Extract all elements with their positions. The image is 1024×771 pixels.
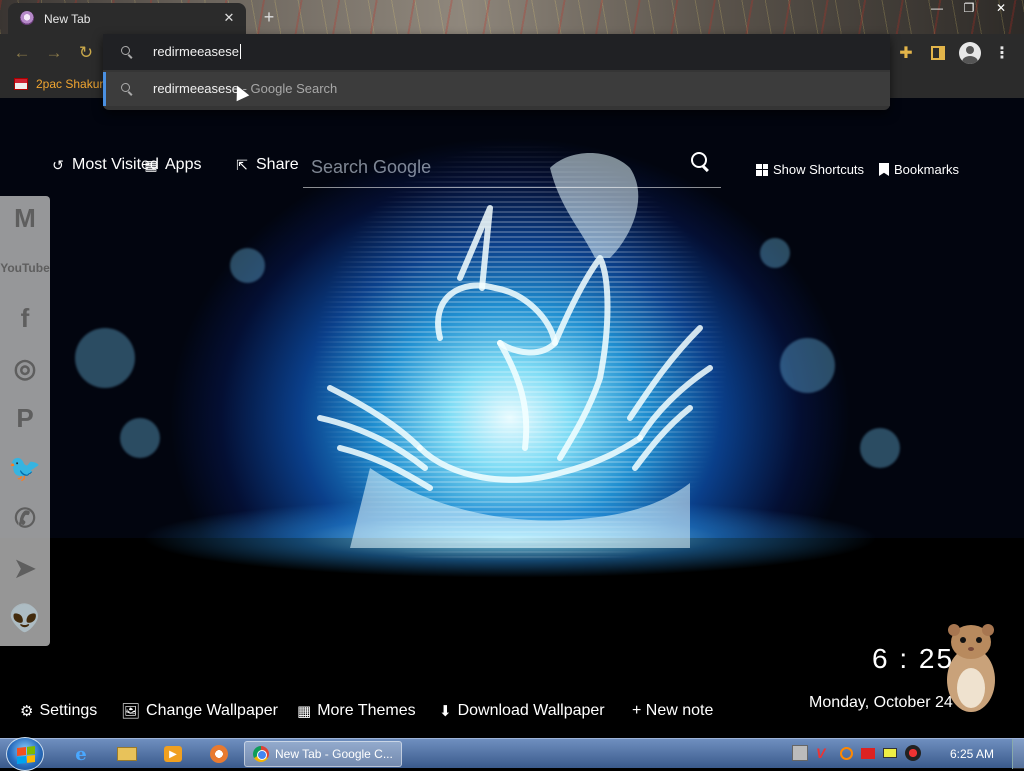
tab-close-icon[interactable]: ✕: [220, 9, 238, 27]
settings-link[interactable]: ⚙ Settings: [20, 702, 97, 720]
bokeh-light: [230, 248, 265, 283]
history-icon: ↺: [52, 156, 64, 173]
search-input[interactable]: [311, 152, 671, 182]
instagram-icon[interactable]: ◎: [0, 348, 50, 388]
omnibox-query: redirmeeasese: [153, 44, 241, 59]
tab-favicon-icon: [20, 11, 34, 25]
omnibox-suggestion[interactable]: redirmeeasese - Google Search: [103, 72, 890, 106]
reddit-icon-glyph: 👽: [8, 602, 42, 633]
facebook-icon-glyph: f: [20, 302, 30, 333]
telegram-icon[interactable]: ➤: [0, 548, 50, 588]
tray-battery-icon[interactable]: [883, 748, 897, 758]
tray-network-icon[interactable]: [792, 745, 808, 761]
bookmark-icon: [879, 163, 889, 176]
bokeh-light: [120, 418, 160, 458]
show-shortcuts-link[interactable]: Show Shortcuts: [756, 162, 864, 177]
taskbar-media-player-icon[interactable]: ▶: [154, 743, 192, 765]
maximize-button[interactable]: ❐: [956, 0, 982, 16]
youtube-icon-glyph: YouTube: [0, 261, 50, 275]
bookmarks-link[interactable]: Bookmarks: [879, 162, 959, 177]
profile-avatar[interactable]: [958, 41, 982, 65]
forward-button[interactable]: →: [42, 42, 66, 64]
taskbar-ie-icon[interactable]: e: [62, 743, 100, 765]
gear-icon: ⚙: [20, 703, 34, 720]
shortcuts-grid-icon: [756, 163, 768, 176]
gmail-icon[interactable]: M: [0, 198, 50, 238]
start-button[interactable]: [6, 737, 44, 771]
minimize-button[interactable]: —: [924, 0, 950, 16]
telegram-icon-glyph: ➤: [14, 552, 36, 583]
reddit-icon[interactable]: 👽: [0, 598, 50, 638]
extensions-puzzle-icon[interactable]: ✚: [894, 41, 918, 65]
reload-button[interactable]: ↻: [74, 42, 98, 64]
back-button[interactable]: ←: [10, 42, 34, 64]
pinterest-icon[interactable]: P: [0, 398, 50, 438]
themes-grid-icon: ▦: [297, 703, 312, 720]
suggestion-search-icon: [121, 83, 133, 95]
window-controls: — ❐ ✕: [924, 0, 1014, 18]
tray-antivirus-icon[interactable]: V: [816, 745, 832, 761]
gmail-icon-glyph: M: [14, 202, 36, 233]
instagram-icon-glyph: ◎: [13, 352, 37, 383]
taskbar-chrome-window[interactable]: New Tab - Google C...: [244, 741, 402, 767]
bokeh-light: [75, 328, 135, 388]
download-wallpaper-link[interactable]: ⬇ Download Wallpaper: [439, 702, 605, 720]
google-search-box: [303, 146, 721, 188]
image-icon: 🖼: [121, 703, 141, 720]
taskbar-app-icon[interactable]: [200, 743, 238, 765]
clock-date: Monday, October 24: [809, 694, 953, 711]
tray-search-icon[interactable]: [840, 746, 853, 760]
whatsapp-icon-glyph: ✆: [14, 502, 36, 533]
whatsapp-icon[interactable]: ✆: [0, 498, 50, 538]
tray-flag-icon[interactable]: [861, 747, 875, 759]
apps-link[interactable]: ▦ Apps: [143, 156, 201, 174]
chrome-icon: [253, 746, 269, 762]
windows-logo-icon: [17, 746, 35, 764]
youtube-icon[interactable]: YouTube: [0, 248, 50, 288]
hamster-image[interactable]: [938, 618, 1004, 716]
new-note-link[interactable]: + New note: [632, 702, 713, 720]
bokeh-light: [780, 338, 835, 393]
facebook-icon[interactable]: f: [0, 298, 50, 338]
tray-record-icon[interactable]: [905, 745, 921, 761]
unicorn-illustration: [317, 153, 713, 548]
side-panel-icon[interactable]: [926, 41, 950, 65]
bokeh-light: [760, 238, 790, 268]
share-link[interactable]: ⇱ Share: [234, 156, 299, 174]
search-icon: [121, 46, 133, 58]
social-sidebar: M YouTube f ◎ P 🐦 ✆ ➤ 👽: [0, 196, 50, 646]
twitter-icon[interactable]: 🐦: [0, 448, 50, 488]
taskbar-explorer-icon[interactable]: [108, 743, 146, 765]
bokeh-light: [860, 428, 900, 468]
share-icon: ⇱: [236, 156, 248, 173]
menu-kebab-icon[interactable]: ⋮: [990, 41, 1014, 65]
pinterest-icon-glyph: P: [16, 402, 34, 433]
download-icon: ⬇: [439, 703, 452, 720]
change-wallpaper-link[interactable]: 🖼 Change Wallpaper: [121, 702, 278, 720]
apps-grid-icon: ▦: [144, 156, 158, 173]
tab-title: New Tab: [44, 12, 91, 26]
taskbar-clock[interactable]: 6:25 AM: [950, 747, 994, 761]
tab-new-tab[interactable]: New Tab ✕: [8, 3, 246, 34]
close-window-button[interactable]: ✕: [988, 0, 1014, 16]
windows-taskbar: e ▶ New Tab - Google C... V 6:25 AM: [0, 737, 1024, 771]
more-themes-link[interactable]: ▦ More Themes: [297, 702, 416, 720]
bookmark-2pac-shakur[interactable]: 2pac Shakur: [14, 77, 103, 91]
bookmark-label: 2pac Shakur: [36, 77, 104, 91]
search-submit-icon[interactable]: [691, 152, 711, 172]
taskbar-window-title: New Tab - Google C...: [275, 747, 393, 761]
twitter-icon-glyph: 🐦: [8, 452, 42, 483]
omnibox-input[interactable]: redirmeeasese: [103, 34, 890, 70]
new-tab-button[interactable]: +: [258, 6, 280, 28]
show-desktop-button[interactable]: [1012, 739, 1024, 769]
new-tab-page: ↺ Most Visited ▦ Apps ⇱ Share Show Short…: [0, 98, 1024, 738]
bookmark-favicon-icon: [14, 78, 28, 90]
system-tray: V: [792, 745, 921, 761]
omnibox-dropdown: redirmeeasese redirmeeasese - Google Sea…: [103, 34, 890, 110]
